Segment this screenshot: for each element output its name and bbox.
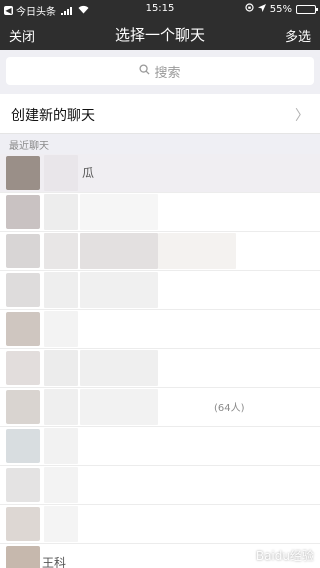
create-new-chat-label: 创建新的聊天 bbox=[11, 108, 95, 124]
blurred-name-block bbox=[44, 194, 78, 230]
chat-item[interactable] bbox=[0, 232, 320, 271]
blurred-name-block bbox=[44, 506, 78, 542]
blurred-name-block bbox=[44, 272, 78, 308]
blurred-name-block bbox=[44, 428, 78, 464]
chat-item[interactable] bbox=[0, 310, 320, 349]
create-new-chat-row[interactable]: 创建新的聊天 〉 bbox=[0, 94, 320, 134]
blurred-name-block bbox=[158, 233, 236, 269]
chat-item[interactable]: (64人) bbox=[0, 388, 320, 427]
status-right: 55% bbox=[245, 3, 318, 15]
search-placeholder: 搜索 bbox=[154, 65, 181, 81]
chat-item[interactable] bbox=[0, 427, 320, 466]
avatar bbox=[6, 507, 40, 541]
chat-item[interactable] bbox=[0, 349, 320, 388]
blurred-name-block bbox=[44, 233, 78, 269]
blurred-name-block bbox=[80, 389, 158, 425]
orientation-lock-icon bbox=[245, 3, 254, 15]
chat-item[interactable] bbox=[0, 271, 320, 310]
nav-bar: 关闭 选择一个聊天 多选 bbox=[0, 18, 320, 50]
chat-name: 王科 bbox=[42, 556, 67, 568]
chevron-right-icon: 〉 bbox=[295, 108, 309, 124]
avatar bbox=[6, 390, 40, 424]
chat-item[interactable] bbox=[0, 193, 320, 232]
chat-item[interactable] bbox=[0, 466, 320, 505]
blurred-name-block bbox=[44, 311, 78, 347]
search-input[interactable]: 搜索 bbox=[6, 57, 314, 85]
watermark: Baidu经验 bbox=[255, 549, 314, 563]
blurred-name-block bbox=[44, 389, 78, 425]
search-area: 搜索 bbox=[0, 50, 320, 94]
multi-select-button[interactable]: 多选 bbox=[285, 26, 311, 45]
blurred-name-block bbox=[80, 350, 158, 386]
location-icon bbox=[257, 3, 266, 15]
avatar bbox=[6, 468, 40, 502]
blurred-name-block bbox=[80, 272, 158, 308]
status-bar: ◀ 今日头条 15:15 55% bbox=[0, 0, 320, 18]
chat-item[interactable]: 瓜 bbox=[0, 154, 320, 193]
chat-name: 瓜 bbox=[82, 166, 95, 180]
chat-list: 瓜 (64人) 王科 bbox=[0, 154, 320, 568]
recent-chats-label: 最近聊天 bbox=[9, 141, 49, 152]
avatar bbox=[6, 429, 40, 463]
avatar bbox=[6, 312, 40, 346]
blurred-name-block bbox=[80, 194, 158, 230]
battery-percent: 55% bbox=[269, 3, 292, 15]
member-count: (64人) bbox=[214, 403, 245, 414]
blurred-name-block bbox=[44, 467, 78, 503]
avatar bbox=[6, 351, 40, 385]
avatar bbox=[6, 156, 40, 190]
page-title: 选择一个聊天 bbox=[114, 26, 205, 44]
avatar bbox=[6, 195, 40, 229]
search-icon bbox=[139, 63, 151, 79]
recent-chats-header: 最近聊天 bbox=[0, 134, 320, 154]
battery-icon bbox=[296, 4, 318, 14]
avatar bbox=[6, 546, 40, 568]
avatar bbox=[6, 234, 40, 268]
blurred-name-block bbox=[44, 155, 78, 191]
chat-item[interactable] bbox=[0, 505, 320, 544]
blurred-name-block bbox=[44, 350, 78, 386]
avatar bbox=[6, 273, 40, 307]
blurred-name-block bbox=[80, 233, 158, 269]
